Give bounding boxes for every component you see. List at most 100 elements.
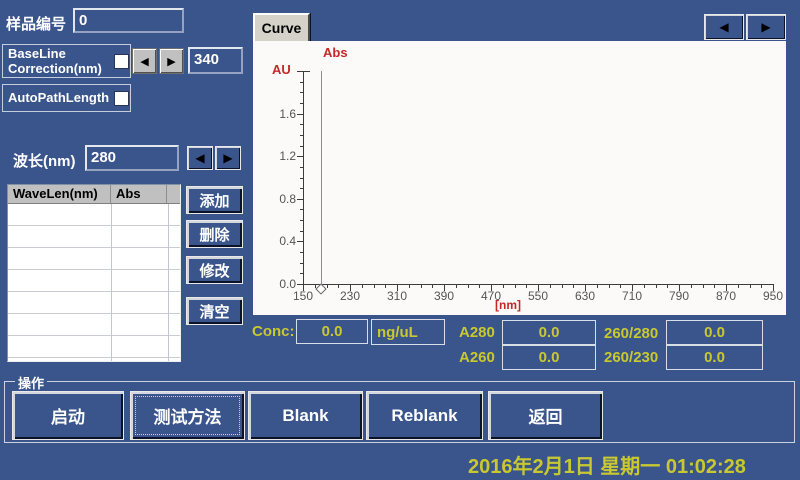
x-axis-tick [703,285,704,288]
table-row[interactable] [8,226,180,248]
y-axis-line [303,71,304,285]
reblank-button[interactable]: Reblank [366,391,483,440]
table-row[interactable] [8,292,180,314]
baseline-correction-checkbox[interactable] [114,54,129,69]
back-button[interactable]: 返回 [488,391,603,440]
y-axis-tick-label: 1.2 [262,149,296,163]
x-axis-tick [421,285,422,288]
y-axis-tick [300,188,303,189]
autopathlength-checkbox[interactable] [114,91,129,106]
y-axis-tick [300,135,303,136]
x-axis-tick-label: 790 [657,289,701,303]
blank-button[interactable]: Blank [248,391,363,440]
y-axis-tick [300,103,303,104]
ratio-260-230-value: 0.0 [666,345,763,370]
y-axis-tick [300,82,303,83]
wavelength-table[interactable]: WaveLen(nm) Abs [7,184,181,362]
spectrum-chart-panel: AU Abs [nm] 0.00.40.81.21.61502303103904… [253,41,786,315]
sample-number-input[interactable]: 0 [73,8,184,33]
x-axis-tick-label: 230 [328,289,372,303]
sample-number-label: 样品编号 [6,13,66,34]
table-row[interactable] [8,314,180,336]
spectrum-plot[interactable]: AU Abs [nm] 0.00.40.81.21.61502303103904… [253,41,786,315]
x-axis-tick [609,285,610,288]
table-row[interactable] [8,336,180,358]
column-header-spacer [167,185,180,203]
right-arrow-icon: ▶ [167,55,175,68]
a260-value: 0.0 [502,345,596,370]
x-axis-tick-label: 310 [375,289,419,303]
y-axis-tick [300,167,303,168]
x-axis-tick [550,285,551,288]
conc-unit[interactable]: ng/uL [371,319,445,345]
x-axis-tick [468,285,469,288]
chart-prev-button[interactable]: ◀ [704,14,744,40]
y-axis-tick-label: 0.8 [262,192,296,206]
x-axis-tick-label: 630 [563,289,607,303]
x-axis-tick [573,285,574,288]
wavelength-label: 波长(nm) [13,150,76,171]
column-header-abs[interactable]: Abs [111,185,167,203]
x-axis-tick [526,285,527,288]
x-axis-tick [374,285,375,288]
y-axis-tick [297,114,303,115]
delete-button[interactable]: 删除 [186,220,243,248]
table-row[interactable] [8,248,180,270]
chart-next-button[interactable]: ▶ [746,14,786,40]
y-axis-tick [300,178,303,179]
y-axis-tick-label: 0.4 [262,234,296,248]
baseline-wavelength-input[interactable]: 340 [188,47,243,74]
right-arrow-icon: ▶ [761,20,770,34]
left-arrow-icon: ◀ [140,55,148,68]
x-axis-tick [479,285,480,288]
wavelength-input[interactable]: 280 [85,145,179,171]
y-axis-tick [300,92,303,93]
x-axis-tick-label: 950 [751,289,795,303]
y-axis-tick [297,241,303,242]
x-axis-tick-label: 870 [704,289,748,303]
column-header-wavelen[interactable]: WaveLen(nm) [8,185,111,203]
x-axis-tick [620,285,621,288]
y-axis-tick [300,146,303,147]
table-row[interactable] [8,204,180,226]
wavelength-prev-button[interactable]: ◀ [187,146,213,170]
right-arrow-icon: ▶ [223,151,232,165]
x-axis-tick [503,285,504,288]
x-axis-tick [515,285,516,288]
x-axis-tick [750,285,751,288]
y-axis-tick [297,71,303,72]
ratio-260-230-label: 260/230 [604,349,658,366]
baseline-prev-button[interactable]: ◀ [132,48,157,74]
clear-button[interactable]: 清空 [186,297,243,325]
series-label: Abs [323,45,348,60]
column-divider [168,204,169,361]
x-axis-tick-label: 150 [281,289,325,303]
autopathlength-group: AutoPathLength [2,84,131,112]
y-axis-tick [297,156,303,157]
baseline-next-button[interactable]: ▶ [159,48,184,74]
ratio-260-280-label: 260/280 [604,325,658,342]
modify-button[interactable]: 修改 [186,256,243,284]
start-button[interactable]: 启动 [12,391,124,440]
wavelength-table-body[interactable] [8,204,180,361]
wavelength-next-button[interactable]: ▶ [215,146,241,170]
y-axis-top-bracket [303,71,310,72]
x-axis-tick [667,285,668,288]
x-axis-tick [656,285,657,288]
wavelength-table-header: WaveLen(nm) Abs [8,185,180,204]
ratio-260-280-value: 0.0 [666,320,763,345]
wavelength-cursor-line[interactable] [321,71,322,284]
x-axis-tick [385,285,386,288]
x-axis-tick [338,285,339,288]
add-button[interactable]: 添加 [186,186,243,214]
x-axis-tick [432,285,433,288]
tab-curve[interactable]: Curve [253,13,310,41]
table-row[interactable] [8,270,180,292]
test-method-button[interactable]: 测试方法 [130,391,245,440]
baseline-correction-group: BaseLine Correction(nm) [2,44,131,78]
x-axis-tick [562,285,563,288]
x-axis-tick-label: 390 [422,289,466,303]
x-axis-tick [738,285,739,288]
left-arrow-icon: ◀ [719,20,728,34]
operations-group-label: 操作 [15,373,47,392]
